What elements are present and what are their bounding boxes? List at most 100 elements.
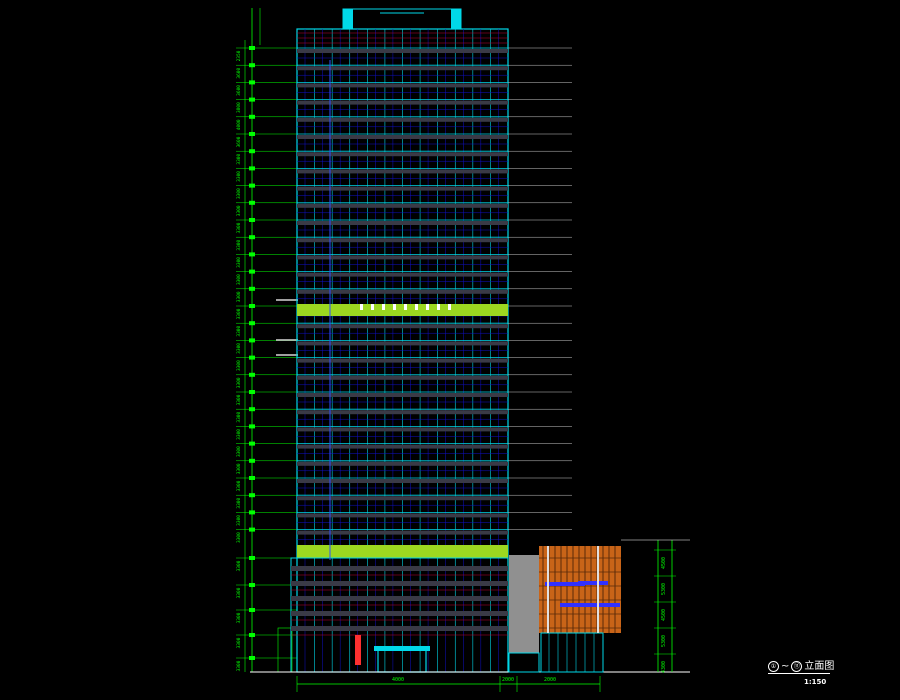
- refuge-vent: [382, 304, 385, 310]
- spandrel-band: [297, 66, 508, 71]
- refuge-vent: [371, 304, 374, 310]
- dimension-tick-icon: [249, 441, 255, 446]
- base-dim-box: [277, 627, 293, 673]
- dimension-tick-icon: [249, 235, 255, 240]
- tower-facade: [250, 8, 690, 673]
- refuge-floor-band: [297, 304, 508, 316]
- elevation-drawing: 2350 3600 3600 3800 4000 3600 3300 3300 3300 3300…: [236, 8, 690, 692]
- dimension-tick-icon: [249, 286, 255, 291]
- transfer-floor-band: [297, 545, 508, 558]
- left-dim-text: 3300: [236, 446, 242, 457]
- podium-blue-band: [578, 581, 608, 585]
- bottom-dim-text: 2000: [544, 677, 556, 683]
- title-separator: ~: [781, 661, 790, 672]
- spandrel-band: [297, 186, 508, 191]
- base-spandrel: [291, 626, 508, 631]
- dimension-tick-icon: [249, 63, 255, 68]
- spandrel-band: [297, 117, 508, 122]
- dimension-tick-icon: [249, 183, 255, 188]
- spandrel-band: [297, 444, 508, 449]
- spandrel-band: [297, 341, 508, 346]
- base-spandrel: [291, 611, 508, 616]
- spandrel-band: [297, 358, 508, 363]
- spandrel-band: [297, 496, 508, 501]
- refuge-vent: [415, 304, 418, 310]
- dimension-tick-icon: [249, 372, 255, 377]
- left-dim-text: 3300: [236, 429, 242, 440]
- axis-bubble-icon: ⑪: [791, 661, 803, 672]
- spandrel-band: [297, 461, 508, 466]
- left-dim-text: 3300: [236, 274, 242, 285]
- left-dim-text: 3300: [236, 660, 242, 671]
- connector-wall: [509, 555, 539, 653]
- left-dim-text: 3300: [236, 188, 242, 199]
- left-dim-text: 2350: [236, 50, 242, 61]
- spandrel-band: [297, 427, 508, 432]
- left-dim-text: 3300: [236, 308, 242, 319]
- base-spandrel: [291, 596, 508, 601]
- spandrel-band: [297, 272, 508, 277]
- left-dim-text: 3300: [236, 497, 242, 508]
- spandrel-band: [297, 221, 508, 225]
- roof-crown-post: [343, 9, 353, 29]
- bottom-dimension-chain: 4000 2000 2000: [296, 676, 601, 692]
- spandrel-band: [297, 393, 508, 397]
- left-dim-text: 3300: [236, 222, 242, 233]
- left-dim-text: 3800: [236, 102, 242, 113]
- drawing-title: 立面图: [804, 661, 835, 672]
- left-dim-text: 3300: [236, 360, 242, 371]
- left-dim-text: 3600: [236, 85, 242, 96]
- left-dimension-chain: 2350 3600 3600 3800 4000 3600 3300 3300 3300 3300…: [236, 8, 298, 673]
- drawing-scale: 1:150: [804, 678, 827, 686]
- dimension-tick-icon: [249, 269, 255, 274]
- bottom-dim-text: 2000: [502, 677, 514, 683]
- spandrel-band: [297, 203, 508, 208]
- dimension-tick-icon: [249, 390, 255, 394]
- dimension-tick-icon: [249, 200, 255, 205]
- dimension-tick-icon: [249, 608, 255, 612]
- base-spandrel: [291, 581, 508, 586]
- spandrel-band: [297, 49, 508, 53]
- dimension-tick-icon: [249, 149, 255, 154]
- spandrel-band: [297, 152, 508, 157]
- spandrel-band: [297, 530, 508, 535]
- podium-dim-text: 4500: [661, 557, 667, 569]
- dimension-tick-icon: [249, 321, 255, 326]
- title-underline: [768, 673, 830, 674]
- dimension-tick-icon: [249, 458, 255, 463]
- axis-bubble-icon: ①: [768, 661, 779, 672]
- left-dim-text: 3300: [236, 239, 242, 250]
- refuge-vent: [437, 304, 440, 310]
- left-dim-text: 3300: [236, 532, 242, 543]
- left-dim-text: 3300: [236, 171, 242, 182]
- dimension-tick-icon: [249, 46, 255, 50]
- left-dim-text: 3300: [236, 291, 242, 302]
- left-dim-text: 3300: [236, 587, 242, 598]
- spandrel-band: [297, 513, 508, 518]
- spandrel-band: [297, 289, 508, 294]
- left-dim-text: 3300: [236, 637, 242, 648]
- dimension-tick-icon: [249, 527, 255, 532]
- spandrel-band: [297, 83, 508, 88]
- left-dim-text: 3300: [236, 343, 242, 354]
- left-dim-text: 4000: [236, 119, 242, 130]
- spandrel-band: [297, 238, 508, 243]
- spandrel-band: [297, 169, 508, 174]
- dimension-tick-icon: [249, 166, 255, 171]
- left-dim-text: 3300: [236, 325, 242, 336]
- left-dim-text: 3300: [236, 560, 242, 571]
- refuge-vent: [393, 304, 396, 310]
- refuge-vent: [404, 304, 407, 310]
- spandrel-band: [297, 375, 508, 380]
- podium-dim-text: 4500: [661, 609, 667, 621]
- left-dim-text: 3300: [236, 463, 242, 474]
- left-dim-text: 3300: [236, 612, 242, 623]
- spandrel-band: [297, 255, 508, 260]
- entrance-signage: [355, 635, 361, 665]
- dimension-tick-icon: [249, 304, 255, 308]
- dimension-tick-icon: [249, 252, 255, 257]
- roof-crown-post: [451, 9, 461, 29]
- dimension-tick-icon: [249, 80, 255, 85]
- spandrel-band: [297, 100, 508, 105]
- left-dim-text: 3300: [236, 515, 242, 526]
